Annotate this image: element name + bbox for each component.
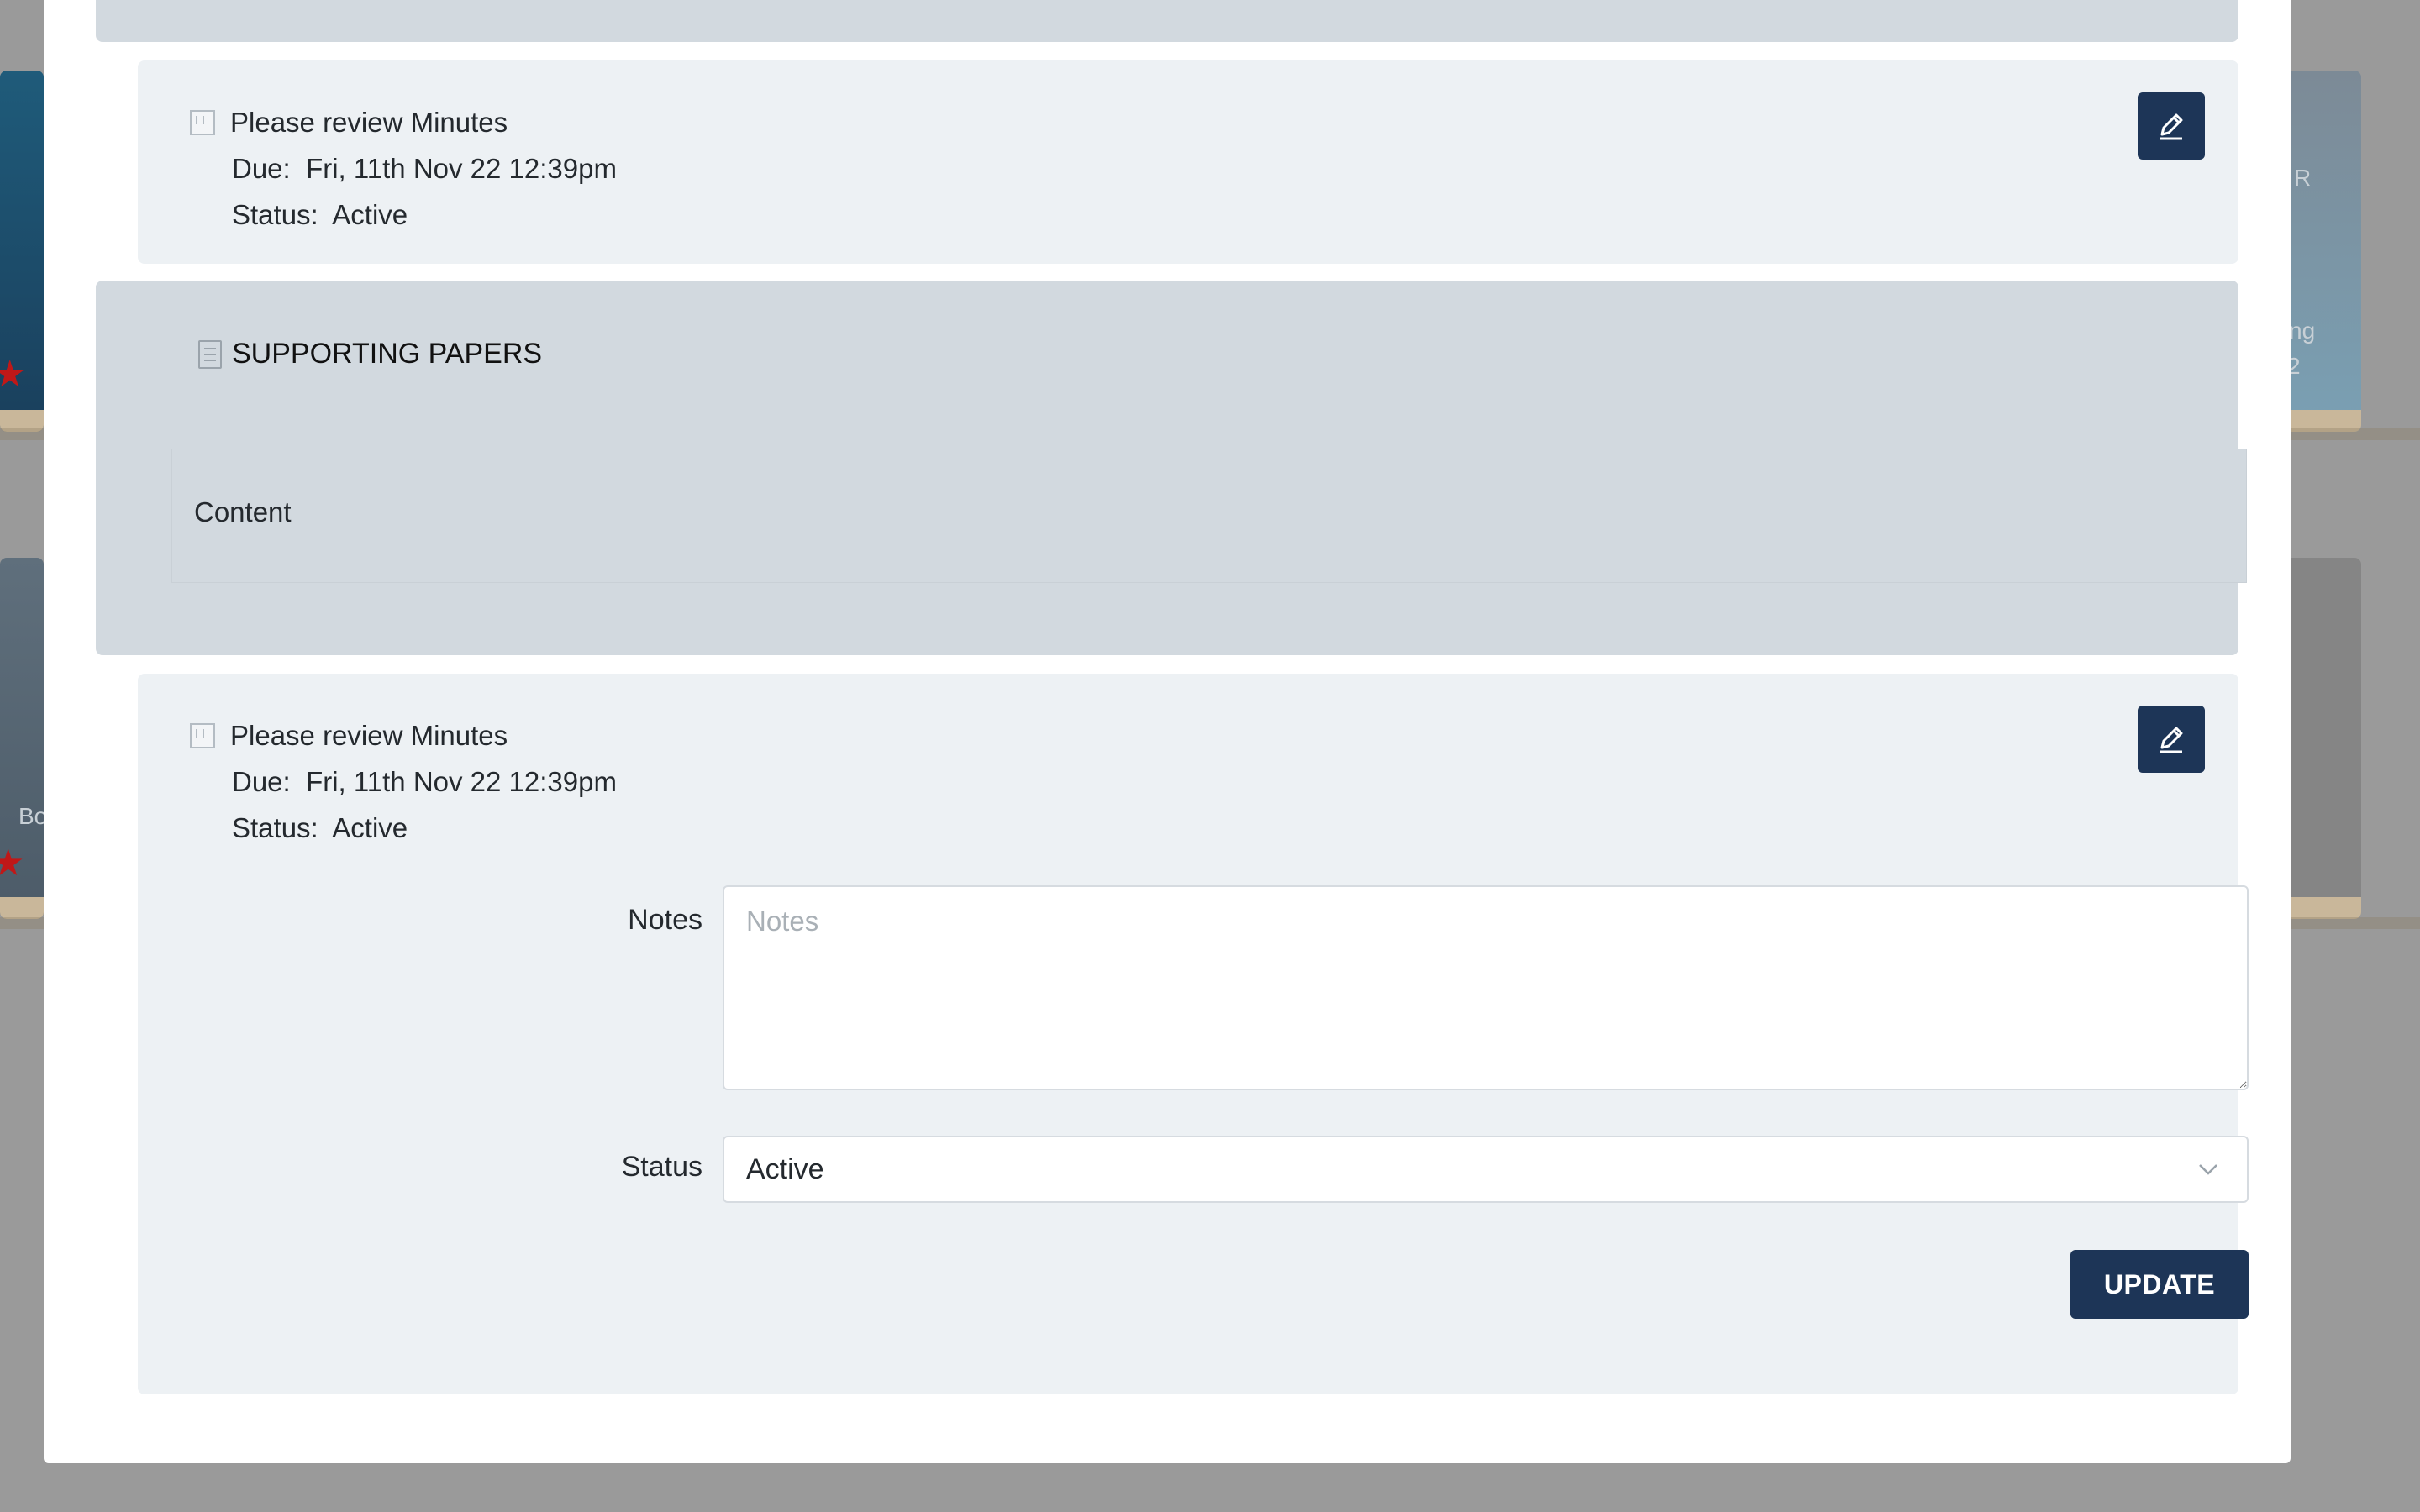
background-card <box>2286 558 2361 919</box>
supporting-papers-title: SUPPORTING PAPERS <box>232 338 543 370</box>
status-label: Status: <box>232 812 318 843</box>
star-icon: ★ <box>0 354 27 395</box>
status-value: Active <box>332 199 408 230</box>
task-details: Please review Minutes Due: Fri, 11th Nov… <box>190 99 617 238</box>
pencil-icon <box>2160 113 2183 140</box>
task-status: Status: Active <box>190 805 617 851</box>
supporting-papers-header: SUPPORTING PAPERS <box>198 338 542 370</box>
notes-textarea[interactable] <box>723 885 2249 1090</box>
task-card: Please review Minutes Due: Fri, 11th Nov… <box>138 60 2238 264</box>
task-title: Please review Minutes <box>230 107 508 138</box>
document-icon <box>198 339 222 369</box>
chevron-down-icon <box>2199 1164 2217 1175</box>
due-label: Due: <box>232 766 291 797</box>
status-select[interactable]: Active <box>723 1136 2249 1203</box>
checkbox-icon[interactable] <box>190 109 215 135</box>
due-value: Fri, 11th Nov 22 12:39pm <box>306 153 617 184</box>
section-band <box>96 0 2238 42</box>
edit-task-button[interactable] <box>2138 706 2205 773</box>
status-select-value: Active <box>746 1152 824 1185</box>
notes-label: Notes <box>628 904 702 936</box>
edit-task-button[interactable] <box>2138 92 2205 160</box>
task-due: Due: Fri, 11th Nov 22 12:39pm <box>190 145 617 192</box>
due-value: Fri, 11th Nov 22 12:39pm <box>306 766 617 797</box>
due-label: Due: <box>232 153 291 184</box>
task-status: Status: Active <box>190 192 617 238</box>
status-label: Status: <box>232 199 318 230</box>
status-value: Active <box>332 812 408 843</box>
supporting-content-box: Content <box>171 449 2247 583</box>
checkbox-icon[interactable] <box>190 722 215 748</box>
content-text: Content <box>194 496 292 528</box>
task-title: Please review Minutes <box>230 720 508 751</box>
pencil-icon <box>2160 727 2183 753</box>
update-button[interactable]: UPDATE <box>2070 1250 2249 1319</box>
task-modal: Please review Minutes Due: Fri, 11th Nov… <box>44 0 2291 1463</box>
task-details: Please review Minutes Due: Fri, 11th Nov… <box>190 712 617 851</box>
background-label: R <box>2294 165 2312 191</box>
star-icon: ★ <box>0 843 25 884</box>
status-field-label: Status <box>621 1151 702 1183</box>
task-due: Due: Fri, 11th Nov 22 12:39pm <box>190 759 617 805</box>
